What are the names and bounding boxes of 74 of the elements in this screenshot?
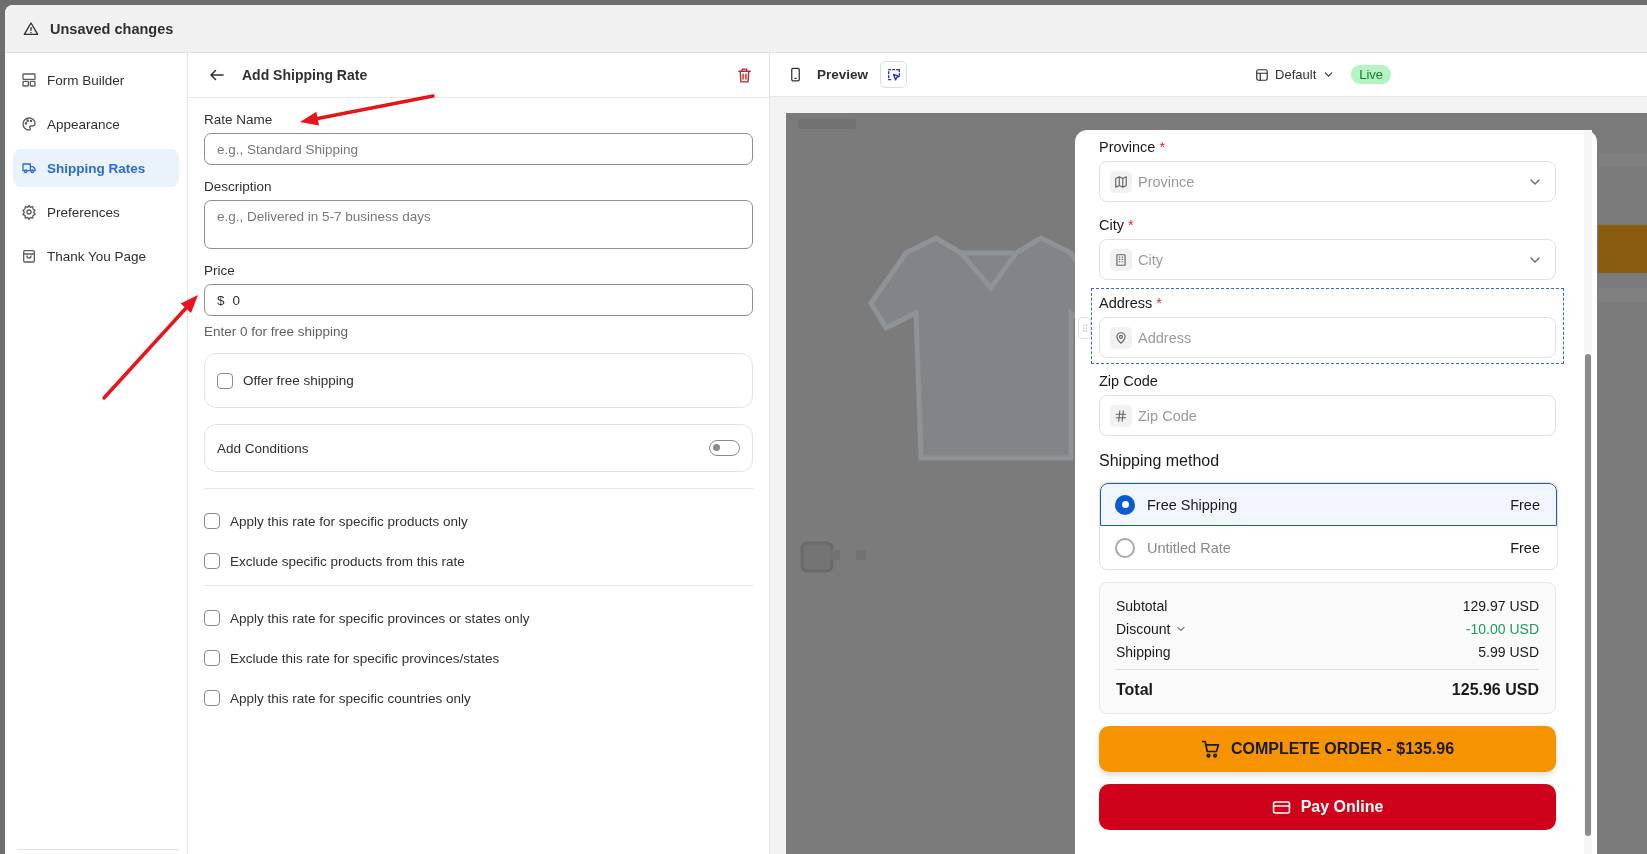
summary-value: -10.00 USD <box>1465 620 1539 637</box>
pay-online-button[interactable]: Pay Online <box>1099 784 1556 830</box>
field-label: Price <box>204 263 236 278</box>
sidebar-item[interactable]: Thank You Page <box>13 237 179 275</box>
field-label: City <box>1099 217 1124 233</box>
map-icon <box>1114 174 1128 189</box>
settings-icon <box>21 204 37 220</box>
cart-icon <box>1200 739 1221 759</box>
complete-order-button[interactable]: COMPLETE ORDER - $135.96 <box>1099 726 1556 772</box>
field-hint: Enter 0 for free shipping <box>204 324 350 339</box>
selection-cursor-icon <box>885 66 902 83</box>
option-price: Free <box>1510 539 1540 556</box>
summary-label: Discount <box>1116 620 1171 637</box>
summary-value: 125.96 USD <box>1451 681 1539 699</box>
checkbox-label: Apply this rate for specific products only <box>230 513 468 529</box>
field-label: Rate Name <box>204 112 274 127</box>
checkbox[interactable] <box>204 610 220 626</box>
warning-icon <box>23 20 39 37</box>
required-mark: * <box>1159 139 1166 155</box>
checkbox-label: Apply this rate for specific countries only <box>230 690 471 706</box>
shipping-option[interactable]: Untitled Rate Free <box>1100 526 1557 569</box>
scrollbar[interactable] <box>1584 130 1592 854</box>
checkbox-label: Exclude specific products from this rate <box>230 553 465 569</box>
checkbox[interactable] <box>204 553 220 569</box>
selected-field-outline[interactable]: Address * Address <box>1091 288 1564 364</box>
conditions-label: Add Conditions <box>217 440 309 456</box>
location-pin-icon <box>1114 330 1128 345</box>
field-label: Province <box>1099 139 1156 155</box>
checkbox[interactable] <box>217 372 233 389</box>
sidebar-item[interactable]: Preferences <box>13 193 179 231</box>
field-label: Address <box>1099 295 1153 311</box>
live-badge: Live <box>1351 65 1392 84</box>
description-field[interactable]: e.g., Delivered in 5-7 business days <box>204 200 753 249</box>
summary-label: Subtotal <box>1116 597 1168 614</box>
hash-icon <box>1114 408 1128 423</box>
building-icon <box>1114 252 1128 267</box>
radio-button[interactable] <box>1115 537 1135 558</box>
required-mark: * <box>1128 217 1134 233</box>
checkbox-label: Exclude this rate for specific provinces/states <box>230 650 500 666</box>
radio-button[interactable] <box>1115 494 1135 515</box>
required-mark: * <box>1156 295 1162 311</box>
layout-icon <box>21 72 37 88</box>
price-field[interactable]: $ 0 <box>204 284 753 316</box>
checkbox-label: Offer free shipping <box>243 373 354 388</box>
checkbox[interactable] <box>204 690 220 706</box>
palette-icon <box>21 116 37 132</box>
sidebar-item[interactable]: Shipping Rates <box>13 149 179 187</box>
sidebar-item[interactable]: Appearance <box>13 105 179 143</box>
preview-title: Preview <box>817 67 869 82</box>
summary-label: Total <box>1116 681 1154 699</box>
summary-value: 5.99 USD <box>1478 643 1539 660</box>
template-dropdown[interactable]: Default <box>1255 67 1336 82</box>
panel-title: Add Shipping Rate <box>242 67 368 83</box>
template-icon <box>1255 67 1270 82</box>
bag-icon <box>21 248 37 264</box>
trash-icon[interactable] <box>736 66 753 84</box>
checkbox[interactable] <box>204 513 220 529</box>
checkbox-label: Apply this rate for specific provinces or states only <box>230 610 530 626</box>
checkbox[interactable] <box>204 650 220 666</box>
sidebar-item[interactable]: Form Builder <box>13 61 179 99</box>
summary-label: Shipping <box>1116 643 1171 660</box>
option-name: Untitled Rate <box>1147 539 1232 556</box>
field-label: Description <box>204 179 273 194</box>
input-field[interactable]: e.g., Standard Shipping <box>204 133 753 165</box>
unsaved-changes-notice: Unsaved changes <box>50 20 174 37</box>
shipping-option[interactable]: Free Shipping Free <box>1100 483 1557 526</box>
select-element-button[interactable] <box>880 61 908 88</box>
section-heading: Shipping method <box>1099 452 1221 470</box>
phone-icon[interactable] <box>788 67 803 82</box>
option-name: Free Shipping <box>1147 496 1239 513</box>
field-label: Zip Code <box>1099 373 1158 389</box>
truck-icon <box>21 160 37 176</box>
option-price: Free <box>1510 496 1540 513</box>
summary-value: 129.97 USD <box>1462 597 1539 614</box>
